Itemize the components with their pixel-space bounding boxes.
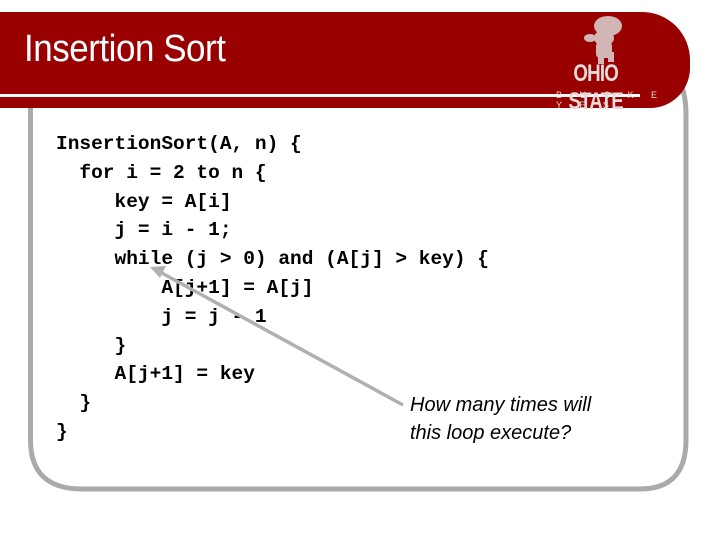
code-line-while: while (j > 0) and (A[j] > key) { [56,248,489,271]
callout-question: How many times will this loop execute? [410,391,591,447]
slide: Insertion Sort OHIO STATE B U C K E Y E … [0,0,720,540]
code-line: A[j+1] = key [56,363,255,386]
code-line: InsertionSort(A, n) { [56,133,302,155]
code-line: j = i - 1; [56,219,232,242]
callout-line: How many times will [410,394,592,416]
callout-line: this loop execute? [410,422,572,444]
code-line: for i = 2 to n { [56,161,267,184]
code-line: key = A[i] [56,190,232,213]
code-line: } [56,334,127,357]
slide-title: Insertion Sort [24,28,226,70]
ohio-state-logo: OHIO STATE B U C K E Y E S [552,14,670,115]
logo-subtitle: B U C K E Y E S [556,90,665,110]
code-line: A[j+1] = A[j] [56,276,314,299]
code-line: j = j - 1 [56,305,267,328]
header-divider [0,94,640,97]
brutus-mascot-icon [584,16,622,64]
